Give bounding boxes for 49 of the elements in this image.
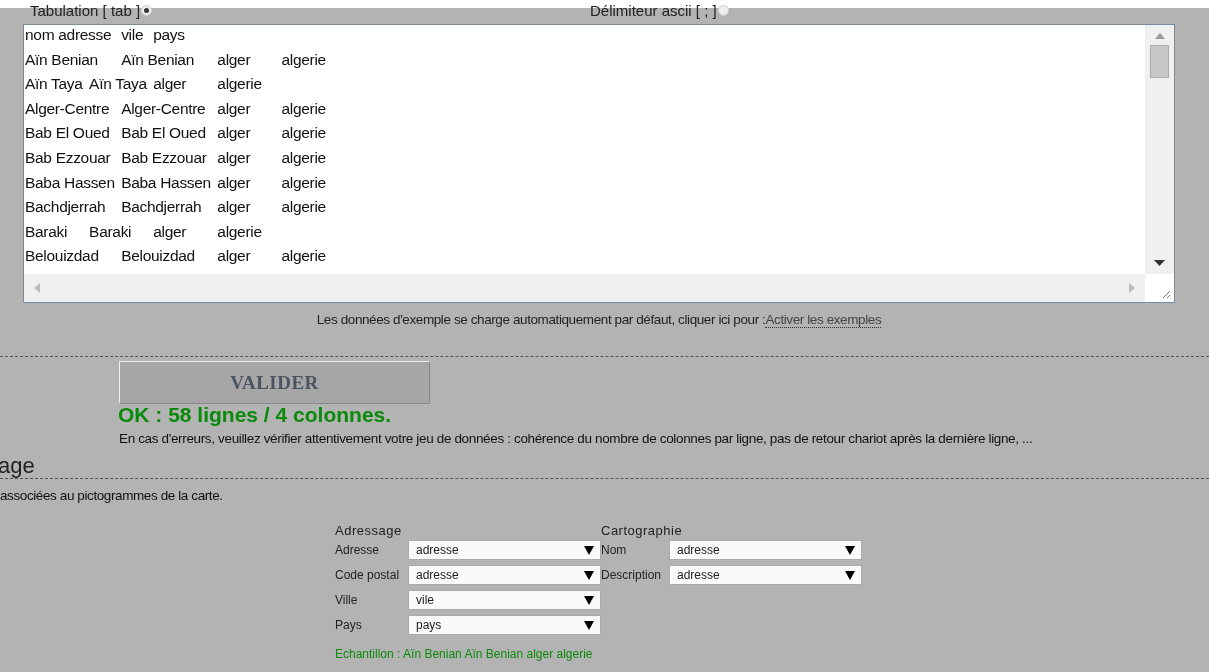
- data-line: Baba Hassen Baba Hassen alger algerie: [25, 172, 327, 193]
- result-message: OK : 58 lignes / 4 colonnes.: [118, 404, 393, 426]
- caret-icon: [584, 570, 594, 580]
- activate-examples-link[interactable]: Activer les exemples: [765, 312, 882, 328]
- data-line: Bab Ezzouar Bab Ezzouar alger algerie: [25, 147, 327, 168]
- dropdown[interactable]: adresse: [408, 540, 601, 560]
- field-label: Code postal: [335, 568, 401, 582]
- scroll-right-icon[interactable]: [1129, 283, 1135, 293]
- dropdown[interactable]: pays: [408, 615, 601, 635]
- field-label: Nom: [601, 543, 628, 557]
- data-line: Belouizdad Belouizdad alger algerie: [25, 246, 327, 267]
- dropdown[interactable]: vile: [408, 590, 601, 610]
- horizontal-scrollbar[interactable]: [24, 274, 1145, 302]
- example-note: Les données d'exemple se charge automatiquement par défaut, cliquer ici pour :Activer les exemples: [316, 312, 882, 328]
- caret-icon: [845, 545, 855, 555]
- dropdown[interactable]: adresse: [408, 565, 601, 585]
- dropdown[interactable]: adresse: [669, 540, 862, 560]
- vertical-scrollbar[interactable]: [1145, 25, 1174, 274]
- scroll-up-icon[interactable]: [1154, 33, 1165, 39]
- caret-icon: [845, 570, 855, 580]
- data-line: Alger-Centre Alger-Centre alger algerie: [25, 98, 327, 119]
- text-area[interactable]: [23, 24, 1175, 303]
- scroll-down-icon[interactable]: [1154, 260, 1165, 266]
- caret-icon: [584, 620, 594, 630]
- field-label: Ville: [335, 593, 359, 607]
- field-label: Adresse: [335, 543, 381, 557]
- error-hint: En cas d'erreurs, veuillez vérifier attentivement votre jeu de données : cohérence du nombre de colonnes par ligne, pas de retour chariot après la dernière ligne, ...: [119, 431, 1034, 446]
- caret-icon: [584, 545, 594, 555]
- data-line: Aïn Benian Aïn Benian alger algerie: [25, 49, 327, 70]
- radio-button[interactable]: [717, 4, 729, 16]
- field-label: Pays: [335, 618, 363, 632]
- scroll-thumb[interactable]: [1150, 45, 1169, 78]
- data-line: Baraki Baraki alger algerie: [25, 221, 263, 242]
- data-line: Bab El Oued Bab El Oued alger algerie: [25, 123, 327, 144]
- sample-text: Echantillon : Aïn Benian Aïn Benian alger algerie: [335, 647, 594, 661]
- radio-button[interactable]: [141, 4, 153, 16]
- field-label: Description: [601, 568, 663, 582]
- dropdown[interactable]: adresse: [669, 565, 862, 585]
- caret-icon: [584, 595, 594, 605]
- data-line: Aïn Taya Aïn Taya alger algerie: [25, 74, 263, 95]
- data-line: Bachdjerrah Bachdjerrah alger algerie: [25, 197, 327, 218]
- group-title: Adressage: [335, 523, 403, 538]
- resize-grip-icon[interactable]: [1161, 289, 1171, 299]
- group-title: Cartographie: [601, 523, 684, 538]
- radio-label: Tabulation [ tab ]: [30, 1, 141, 19]
- section-description: associées au pictogrammes de la carte.: [0, 488, 223, 503]
- scroll-left-icon[interactable]: [34, 283, 40, 293]
- data-line: nom adresse vile pays: [25, 25, 186, 45]
- radio-label: Délimiteur ascii [ ; ]: [590, 1, 717, 19]
